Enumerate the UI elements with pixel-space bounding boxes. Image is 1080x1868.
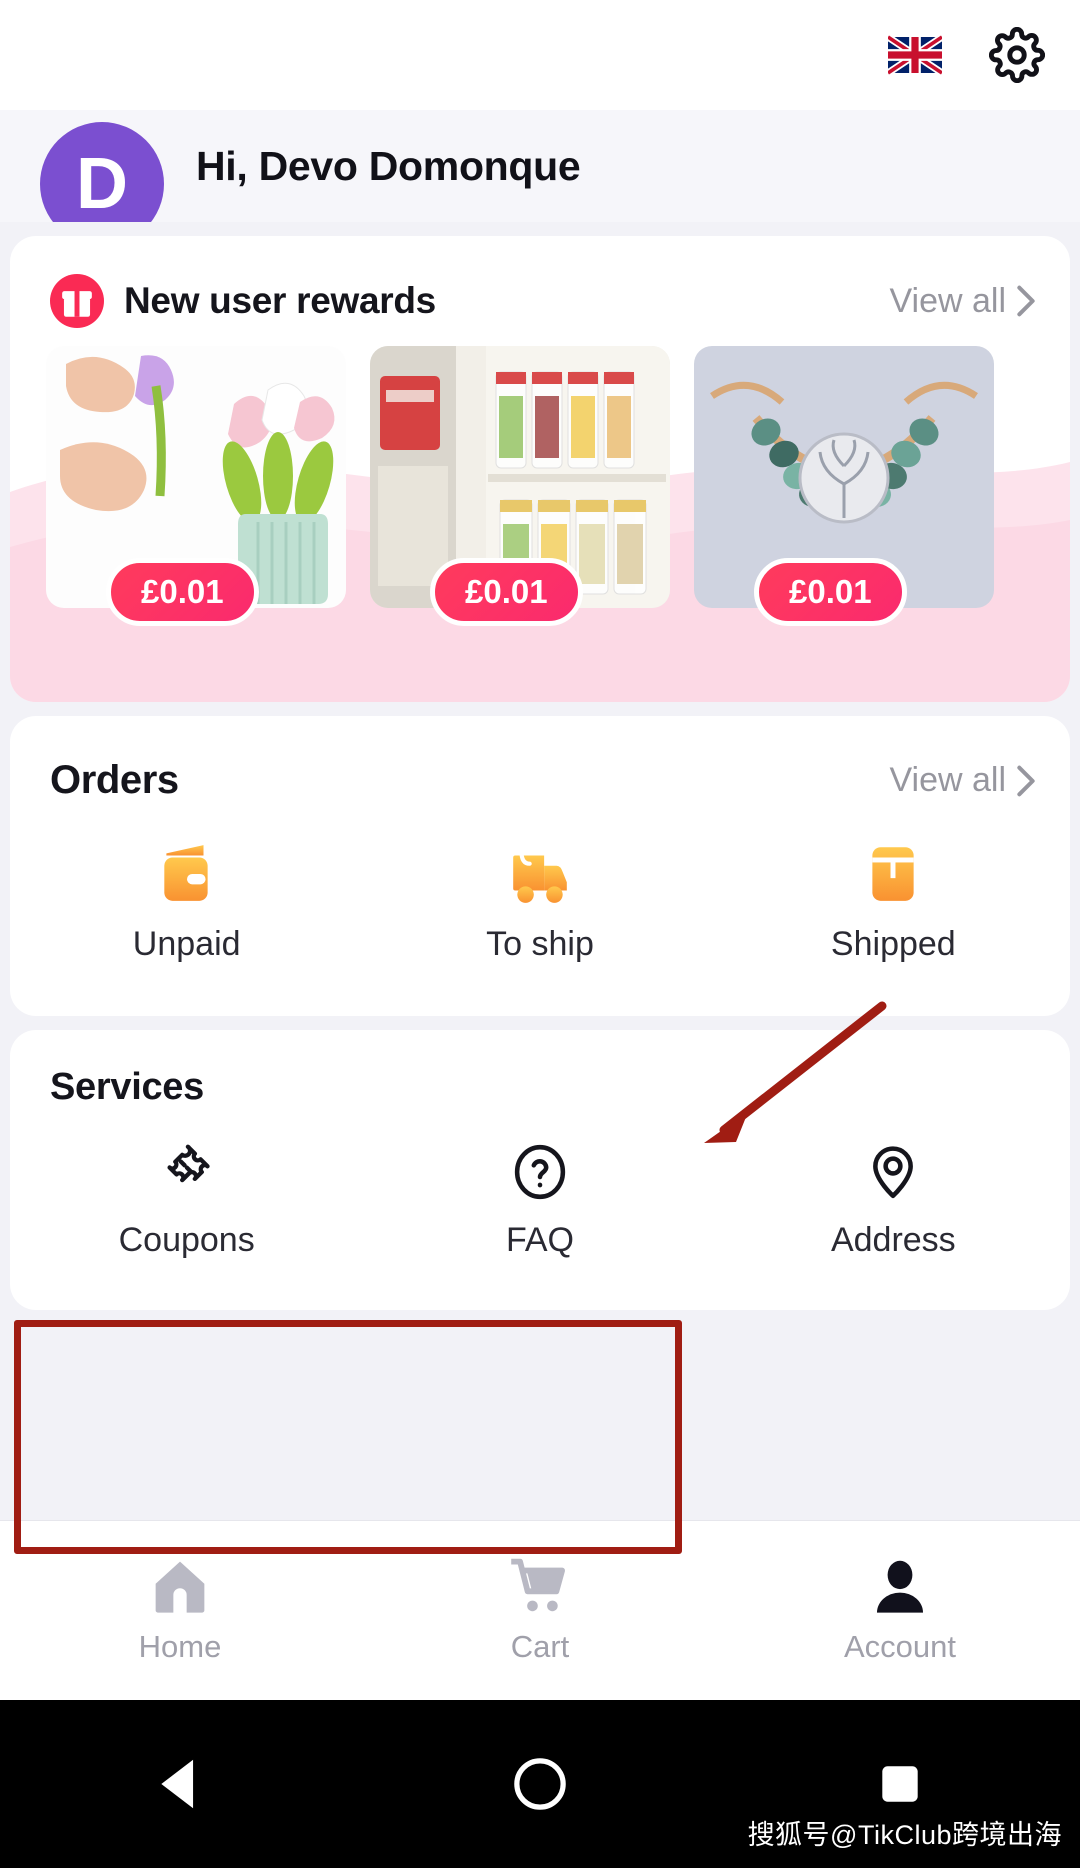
order-status-unpaid[interactable]: Unpaid (10, 843, 363, 964)
question-circle-icon (514, 1144, 566, 1200)
orders-view-all-label: View all (889, 761, 1006, 799)
new-user-rewards-card: New user rewards View all £0.01 £0.01 £0… (10, 236, 1070, 702)
package-icon (872, 847, 914, 901)
ticket-icon (167, 1144, 210, 1183)
services-list: Coupons FAQ Address (10, 1141, 1070, 1260)
rewards-product-list: £0.01 £0.01 £0.01 (10, 346, 1070, 626)
price-badge: £0.01 (106, 558, 259, 626)
chevron-right-icon (1017, 765, 1035, 796)
home-icon (155, 1561, 205, 1613)
tab-cart[interactable]: Cart (360, 1557, 720, 1665)
flag-icon[interactable] (888, 35, 942, 75)
service-item-address[interactable]: Address (717, 1141, 1070, 1260)
gear-icon[interactable] (988, 26, 1046, 84)
orders-status-list: Unpaid To ship Shipped (10, 843, 1070, 964)
service-label: FAQ (505, 1221, 574, 1259)
cart-icon (511, 1558, 566, 1611)
rewards-header: New user rewards View all (10, 236, 1070, 328)
page-title: Hi, Devo Domonque (196, 142, 581, 189)
tab-label: Cart (510, 1628, 570, 1664)
recents-square-icon (882, 1766, 918, 1802)
order-status-shipped[interactable]: Shipped (717, 843, 1070, 964)
annotation-highlight-rectangle (14, 1320, 682, 1554)
tab-account[interactable]: Account (720, 1557, 1080, 1665)
service-label: Coupons (118, 1221, 255, 1259)
tab-label: Account (843, 1628, 956, 1664)
order-status-label: To ship (486, 925, 594, 963)
location-pin-icon (873, 1146, 914, 1199)
truck-icon (513, 849, 567, 903)
list-item[interactable]: £0.01 (370, 346, 670, 626)
list-item[interactable]: £0.01 (694, 346, 994, 626)
service-item-faq[interactable]: FAQ (363, 1141, 716, 1260)
orders-view-all[interactable]: View all (889, 761, 1036, 800)
nav-back-button[interactable] (0, 1756, 360, 1812)
bottom-tab-bar: Home Cart Account (0, 1520, 1080, 1700)
nav-recents-button[interactable] (720, 1761, 1080, 1807)
orders-title: Orders (50, 758, 179, 802)
status-bar (0, 0, 1080, 110)
rewards-view-all[interactable]: View all (889, 282, 1036, 321)
rewards-view-all-label: View all (889, 281, 1006, 320)
watermark: 搜狐号@TikClub跨境出海 (747, 1820, 1062, 1850)
order-status-to-ship[interactable]: To ship (363, 843, 716, 964)
tab-home[interactable]: Home (0, 1557, 360, 1665)
orders-header: Orders View all (10, 716, 1070, 803)
service-item-coupons[interactable]: Coupons (10, 1141, 363, 1260)
tab-label: Home (138, 1628, 222, 1664)
back-triangle-icon (161, 1759, 194, 1809)
nav-home-button[interactable] (360, 1756, 720, 1812)
service-label: Address (830, 1221, 956, 1259)
profile-row[interactable]: D Hi, Devo Domonque (0, 110, 1080, 222)
avatar[interactable]: D (40, 122, 164, 222)
home-circle-icon (514, 1758, 566, 1810)
price-badge: £0.01 (430, 558, 583, 626)
order-status-label: Unpaid (132, 925, 241, 963)
chevron-right-icon (1017, 285, 1035, 317)
price-badge: £0.01 (754, 558, 907, 626)
gift-icon (50, 274, 104, 328)
rewards-title: New user rewards (124, 280, 436, 321)
services-title: Services (50, 1066, 204, 1108)
list-item[interactable]: £0.01 (46, 346, 346, 626)
android-navigation-bar: 搜狐号@TikClub跨境出海 (0, 1700, 1080, 1868)
order-status-label: Shipped (830, 925, 956, 963)
wallet-icon (163, 845, 208, 901)
services-card: Services Coupons FAQ Address (10, 1030, 1070, 1310)
person-icon (876, 1560, 924, 1613)
orders-card: Orders View all Unpaid To ship Shipped (10, 716, 1070, 1016)
